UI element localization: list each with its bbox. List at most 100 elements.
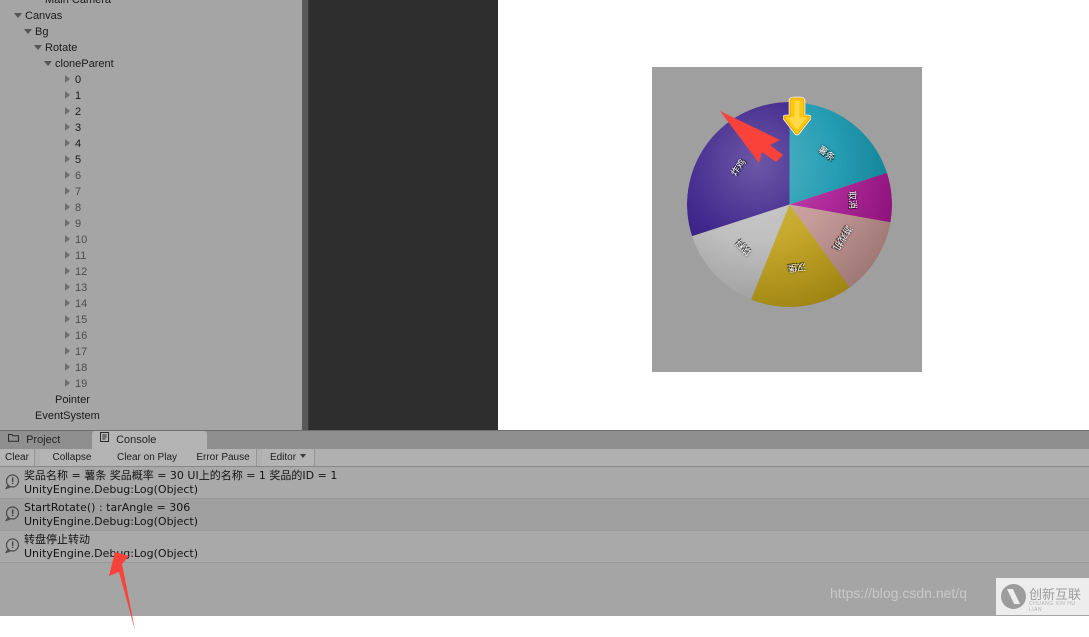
tab-project[interactable]: Project <box>0 431 106 449</box>
dock-tab-strip: Project Console <box>0 431 1089 449</box>
collapse-triangle-icon[interactable] <box>24 27 33 36</box>
hierarchy-item-12[interactable]: 12 <box>0 264 302 280</box>
hierarchy-item-0[interactable]: 0 <box>0 72 302 88</box>
hierarchy-item-9[interactable]: 9 <box>0 216 302 232</box>
hierarchy-item-label: Rotate <box>45 42 78 55</box>
hierarchy-item-2[interactable]: 2 <box>0 104 302 120</box>
expand-triangle-icon[interactable] <box>64 202 73 212</box>
console-log-message: 转盘停止转动 <box>24 533 90 546</box>
hierarchy-item-1[interactable]: 1 <box>0 88 302 104</box>
hierarchy-item-19[interactable]: 19 <box>0 376 302 392</box>
expand-triangle-icon[interactable] <box>64 298 73 308</box>
hierarchy-tree[interactable]: Main Camera Canvas Bg Rotate cloneParent 0 1 2 3… <box>0 0 302 424</box>
expand-triangle-icon[interactable] <box>64 346 73 356</box>
console-toolbar-label: Clear <box>5 452 29 463</box>
hierarchy-item-4[interactable]: 4 <box>0 136 302 152</box>
hierarchy-item-label: cloneParent <box>55 58 114 71</box>
collapse-triangle-icon[interactable] <box>14 11 23 20</box>
expand-triangle-icon[interactable] <box>64 314 73 324</box>
hierarchy-item-label: 8 <box>75 202 82 215</box>
expand-triangle-icon[interactable] <box>64 234 73 244</box>
hierarchy-item-label: 0 <box>75 74 82 87</box>
hierarchy-item-label: Pointer <box>55 394 90 407</box>
hierarchy-panel[interactable]: Main Camera Canvas Bg Rotate cloneParent 0 1 2 3… <box>0 0 302 430</box>
tab-console[interactable]: Console <box>92 431 207 449</box>
hierarchy-item-label: 13 <box>75 282 88 295</box>
watermark-logo-en: CHUANG XIN HU LIAN <box>1029 601 1076 613</box>
watermark-url: https://blog.csdn.net/q <box>830 585 967 601</box>
hierarchy-item-eventsystem[interactable]: EventSystem <box>0 408 302 424</box>
hierarchy-item-bg[interactable]: Bg <box>0 24 302 40</box>
hierarchy-item-label: 11 <box>75 250 87 263</box>
lucky-wheel[interactable]: 薯条 取消 游戏机 汉堡 饮料 炸鸡 <box>687 96 892 307</box>
collapse-triangle-icon[interactable] <box>34 43 43 52</box>
hierarchy-item-16[interactable]: 16 <box>0 328 302 344</box>
hierarchy-item-label: 4 <box>75 138 82 151</box>
expand-triangle-icon[interactable] <box>64 154 73 164</box>
hierarchy-item-7[interactable]: 7 <box>0 184 302 200</box>
info-icon <box>5 506 21 522</box>
annotation-arrow-console <box>109 552 135 630</box>
hierarchy-item-18[interactable]: 18 <box>0 360 302 376</box>
hierarchy-item-17[interactable]: 17 <box>0 344 302 360</box>
expand-triangle-icon[interactable] <box>64 186 73 196</box>
expand-triangle-icon[interactable] <box>64 106 73 116</box>
console-editor-button[interactable]: Editor <box>262 449 315 466</box>
console-log-message: StartRotate() : tarAngle = 306 <box>24 501 191 514</box>
expand-triangle-icon[interactable] <box>64 74 73 84</box>
tab-console-label: Console <box>116 434 157 446</box>
expand-triangle-icon[interactable] <box>64 250 73 260</box>
hierarchy-item-main-camera[interactable]: Main Camera <box>0 0 302 8</box>
console-toolbar: Clear Collapse Clear on Play Error Pause Edi… <box>0 449 1089 467</box>
hierarchy-item-15[interactable]: 15 <box>0 312 302 328</box>
console-log-stacktrace: UnityEngine.Debug:Log(Object) <box>24 515 199 528</box>
hierarchy-item-5[interactable]: 5 <box>0 152 302 168</box>
hierarchy-item-8[interactable]: 8 <box>0 200 302 216</box>
console-collapse-button[interactable]: Collapse <box>40 449 105 466</box>
hierarchy-item-3[interactable]: 3 <box>0 120 302 136</box>
hierarchy-item-label: Main Camera <box>45 0 112 7</box>
expand-triangle-icon[interactable] <box>64 282 73 292</box>
game-view-canvas[interactable]: 薯条 取消 游戏机 汉堡 饮料 炸鸡 <box>652 67 922 372</box>
console-error-pause-button[interactable]: Error Pause <box>190 449 257 466</box>
wheel-pointer-icon <box>783 96 811 136</box>
hierarchy-item-label: 6 <box>75 170 82 183</box>
hierarchy-item-rotate[interactable]: Rotate <box>0 40 302 56</box>
console-log-message: 奖品名称 = 薯条 奖品概率 = 30 UI上的名称 = 1 奖品的ID = 1 <box>24 469 338 482</box>
hierarchy-item-pointer[interactable]: Pointer <box>0 392 302 408</box>
hierarchy-item-canvas[interactable]: Canvas <box>0 8 302 24</box>
hierarchy-item-label: EventSystem <box>35 410 100 423</box>
expand-triangle-icon[interactable] <box>64 266 73 276</box>
console-log-row[interactable]: 转盘停止转动 UnityEngine.Debug:Log(Object) <box>0 531 1089 563</box>
expand-triangle-icon[interactable] <box>64 138 73 148</box>
hierarchy-item-label: 12 <box>75 266 88 279</box>
console-clear-button[interactable]: Clear <box>0 449 35 466</box>
scene-view-panel[interactable] <box>309 0 498 430</box>
console-log-row[interactable]: StartRotate() : tarAngle = 306 UnityEngin… <box>0 499 1089 531</box>
hierarchy-item-11[interactable]: 11 <box>0 248 302 264</box>
no-triangle-icon <box>44 395 53 404</box>
collapse-triangle-icon[interactable] <box>44 59 53 68</box>
expand-triangle-icon[interactable] <box>64 218 73 228</box>
expand-triangle-icon[interactable] <box>64 378 73 388</box>
folder-icon <box>8 430 19 448</box>
expand-triangle-icon[interactable] <box>64 330 73 340</box>
hierarchy-item-13[interactable]: 13 <box>0 280 302 296</box>
hierarchy-item-label: 15 <box>75 314 88 327</box>
console-log-stacktrace: UnityEngine.Debug:Log(Object) <box>24 547 199 560</box>
hierarchy-item-cloneparent[interactable]: cloneParent <box>0 56 302 72</box>
no-triangle-icon <box>34 0 43 4</box>
console-toolbar-label: Editor <box>269 452 297 463</box>
expand-triangle-icon[interactable] <box>64 170 73 180</box>
expand-triangle-icon[interactable] <box>64 122 73 132</box>
hierarchy-item-label: 3 <box>75 122 82 135</box>
expand-triangle-icon[interactable] <box>64 90 73 100</box>
hierarchy-item-14[interactable]: 14 <box>0 296 302 312</box>
game-view-panel[interactable]: 薯条 取消 游戏机 汉堡 饮料 炸鸡 <box>498 0 1089 430</box>
console-clear-on-play-button[interactable]: Clear on Play <box>104 449 191 466</box>
hierarchy-item-10[interactable]: 10 <box>0 232 302 248</box>
hierarchy-item-6[interactable]: 6 <box>0 168 302 184</box>
watermark-logo: 创新互联 CHUANG XIN HU LIAN <box>996 578 1089 615</box>
console-log-row[interactable]: 奖品名称 = 薯条 奖品概率 = 30 UI上的名称 = 1 奖品的ID = 1… <box>0 467 1089 499</box>
expand-triangle-icon[interactable] <box>64 362 73 372</box>
